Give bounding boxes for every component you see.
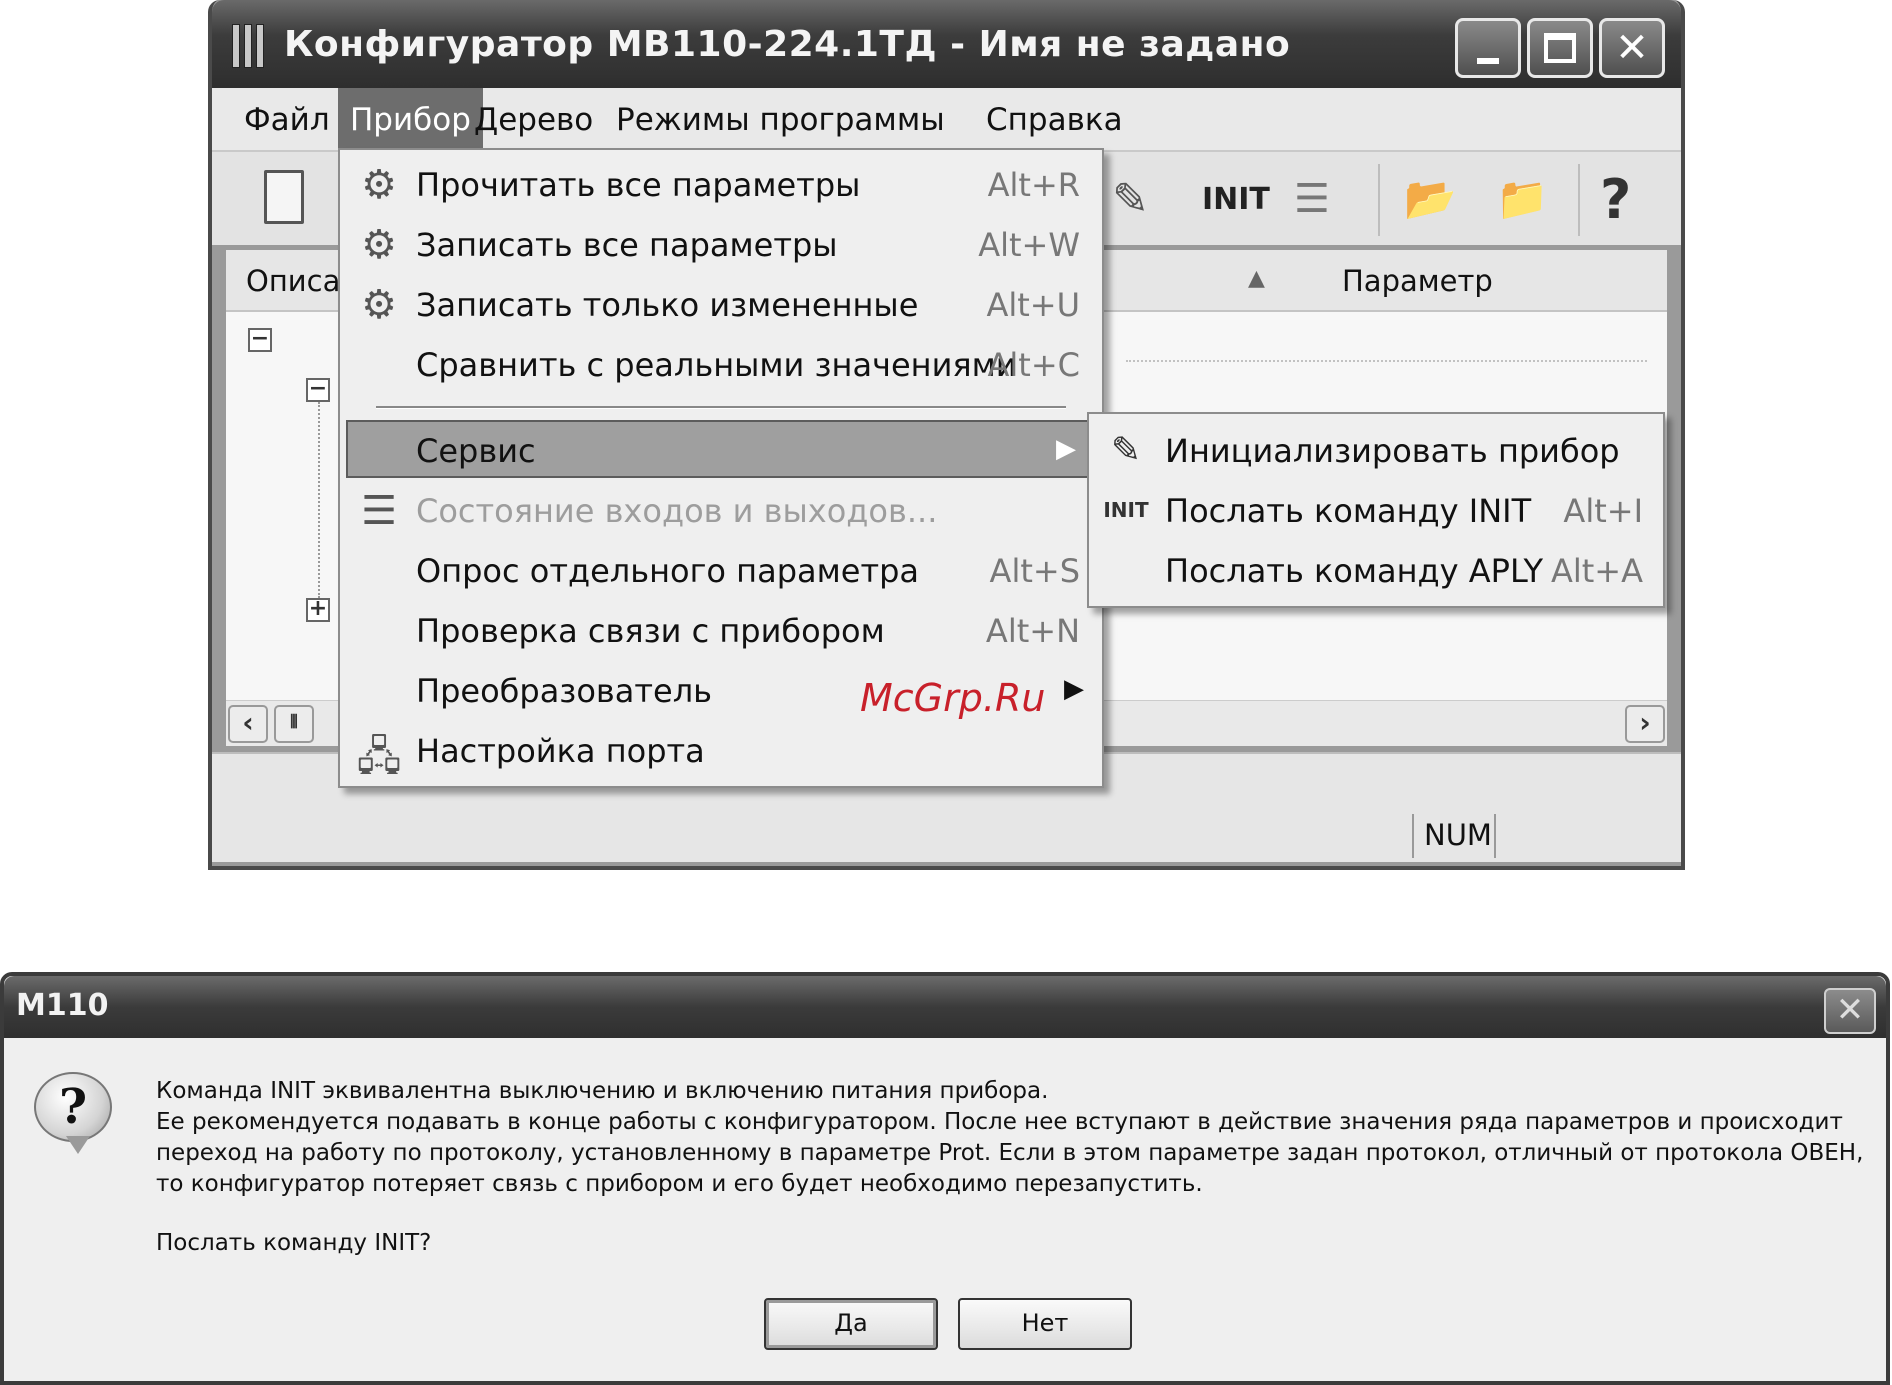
grid-line [1126,360,1647,362]
menu-item-write-all[interactable]: ⚙ Записать все параметры Alt+W [340,216,1102,274]
watermark: McGrp.Ru [860,676,1046,720]
yes-button[interactable]: Да [764,1298,938,1350]
maximize-icon [1544,33,1576,63]
submenu-item-init-device[interactable]: ✎ Инициализировать прибор [1089,422,1663,480]
help-icon[interactable]: ? [1600,168,1631,231]
menu-item-read-all[interactable]: ⚙ Прочитать все параметры Alt+R [340,156,1102,214]
submenu-item-send-init[interactable]: INIT Послать команду INIT Alt+I [1089,482,1663,540]
save-folder-icon[interactable]: 📁 [1496,170,1548,228]
device-menu-dropdown: ⚙ Прочитать все параметры Alt+R ⚙ Записа… [338,148,1104,788]
menu-tree[interactable]: Дерево [462,98,605,142]
column-description[interactable]: Описа [246,264,340,298]
sort-arrow-icon: ▲ [1248,266,1265,291]
send-init-tool-button[interactable]: INIT [1202,170,1270,228]
write-changed-icon: ⚙ [361,282,397,328]
window-title: Конфигуратор МВ110-224.1ТД - Имя не зада… [284,24,1291,65]
dialog-message-line: то конфигуратор потеряет связь с приборо… [156,1171,1203,1197]
tree-line [318,402,320,598]
dialog-message: Команда INIT эквивалентна выключению и в… [156,1076,1876,1200]
port-settings-icon: 🖧 [356,734,402,780]
question-icon-tail [66,1136,90,1154]
dialog-message-line: Ее рекомендуется подавать в конце работы… [156,1109,1843,1135]
menu-item-compare[interactable]: Сравнить с реальными значениями Alt+C [340,336,1102,394]
menu-item-write-changed[interactable]: ⚙ Записать только измененные Alt+U [340,276,1102,334]
submenu-arrow-icon: ▶ [1056,434,1076,464]
submenu-item-send-aply[interactable]: Послать команду APLY Alt+A [1089,542,1663,600]
minimize-icon [1477,58,1499,64]
scroll-thumb[interactable]: ⦀ [274,705,314,743]
read-icon: ⚙ [361,162,397,208]
confirm-dialog: М110 ✕ ? Команда INIT эквивалентна выклю… [0,972,1890,1385]
toolbar-separator [1578,164,1580,236]
column-parameter[interactable]: Параметр [1342,264,1493,298]
write-icon: ⚙ [361,222,397,268]
tree-collapse-toggle[interactable]: − [248,328,272,352]
close-icon: ✕ [1615,25,1649,71]
menu-item-poll-parameter[interactable]: Опрос отдельного параметра Alt+S [340,542,1102,600]
menu-help[interactable]: Справка [974,98,1135,142]
maximize-button[interactable] [1527,18,1593,78]
menu-separator [376,406,1066,409]
dialog-message-line: переход на работу по протоколу, установл… [156,1140,1864,1166]
tree-expand-toggle[interactable]: + [306,598,330,622]
new-document-icon[interactable] [264,170,304,224]
io-state-tool-icon[interactable]: ☰ [1294,170,1330,228]
no-button[interactable]: Нет [958,1298,1132,1350]
init-icon: INIT [1103,498,1149,522]
scroll-right-button[interactable]: › [1625,705,1665,743]
tree-collapse-toggle[interactable]: − [306,378,330,402]
menu-file[interactable]: Файл [232,98,342,142]
configurator-window: Конфигуратор МВ110-224.1ТД - Имя не зада… [208,0,1685,870]
menu-item-io-state: ☰ Состояние входов и выходов... [340,482,1102,540]
app-icon [232,24,270,68]
service-submenu: ✎ Инициализировать прибор INIT Послать к… [1087,412,1665,608]
question-icon: ? [34,1072,112,1142]
minimize-button[interactable] [1455,18,1521,78]
dialog-question: Послать команду INIT? [156,1230,432,1256]
scroll-left-button[interactable]: ‹ [228,705,268,743]
menu-bar: Файл Прибор Дерево Режимы программы Спра… [212,88,1681,150]
status-num: NUM [1412,814,1496,858]
io-state-icon: ☰ [361,488,397,534]
title-bar[interactable]: Конфигуратор МВ110-224.1ТД - Имя не зада… [212,0,1681,88]
submenu-arrow-icon: ▶ [1064,674,1084,704]
close-button[interactable]: ✕ [1599,18,1665,78]
menu-item-port-settings[interactable]: 🖧 Настройка порта [340,722,1102,780]
menu-item-check-connection[interactable]: Проверка связи с прибором Alt+N [340,602,1102,660]
dialog-title-bar[interactable]: М110 ✕ [4,976,1886,1038]
dialog-message-line: Команда INIT эквивалентна выключению и в… [156,1078,1049,1104]
dialog-title: М110 [16,988,109,1023]
toolbar-separator [1378,164,1380,236]
dialog-close-button[interactable]: ✕ [1824,988,1876,1034]
open-folder-icon[interactable]: 📂 [1404,170,1456,228]
menu-item-service[interactable]: Сервис ▶ [346,420,1096,478]
menu-program-modes[interactable]: Режимы программы [604,98,957,142]
init-device-icon: ✎ [1110,430,1142,471]
init-device-tool-icon[interactable]: ✎ [1112,170,1149,228]
